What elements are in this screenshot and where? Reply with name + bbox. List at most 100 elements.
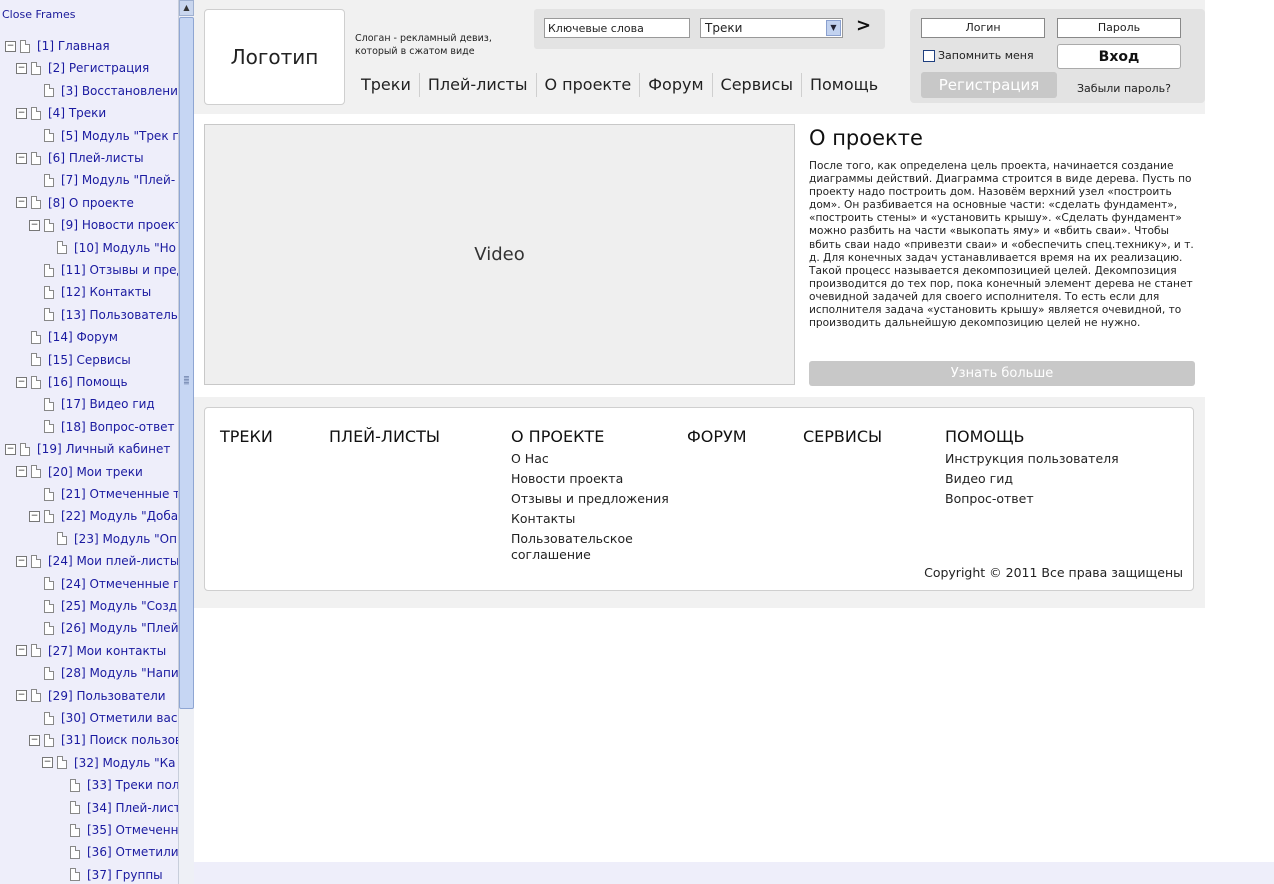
learn-more-button[interactable]: Узнать больше	[809, 361, 1195, 386]
footer-column-title[interactable]: ПОМОЩЬ	[945, 427, 1120, 447]
scroll-up-arrow-icon[interactable]: ▲	[179, 0, 194, 16]
tree-item[interactable]: [13] Пользователь	[29, 305, 178, 325]
tree-item-label[interactable]: [19] Личный кабинет	[37, 442, 170, 456]
tree-item[interactable]: − [29] Пользователи	[16, 686, 166, 706]
tree-item-label[interactable]: [20] Мои треки	[48, 465, 143, 479]
nav-item[interactable]: Сервисы	[711, 73, 801, 97]
footer-link[interactable]: Отзывы и предложения	[511, 491, 686, 507]
remember-me[interactable]: Запомнить меня	[923, 49, 1034, 62]
password-input[interactable]: Пароль	[1057, 18, 1181, 38]
collapse-toggle-icon[interactable]: −	[16, 466, 27, 478]
chevron-down-icon[interactable]: ▼	[826, 20, 841, 36]
footer-link[interactable]: Новости проекта	[511, 471, 686, 487]
collapse-toggle-icon[interactable]: −	[16, 152, 27, 164]
tree-item-label[interactable]: [36] Отметили	[87, 845, 178, 859]
tree-item-label[interactable]: [32] Модуль "Ка	[74, 756, 176, 770]
tree-item[interactable]: − [6] Плей-листы	[16, 148, 144, 168]
tree-item[interactable]: [34] Плей-лист	[55, 798, 178, 818]
tree-item-label[interactable]: [24] Отмеченные п	[61, 577, 178, 591]
footer-column-title[interactable]: ПЛЕЙ-ЛИСТЫ	[329, 427, 440, 447]
tree-item-label[interactable]: [26] Модуль "Плей	[61, 621, 178, 635]
tree-item-label[interactable]: [16] Помощь	[48, 375, 128, 389]
collapse-toggle-icon[interactable]: −	[29, 734, 40, 746]
tree-item-label[interactable]: [7] Модуль "Плей-	[61, 173, 175, 187]
login-button[interactable]: Вход	[1057, 44, 1181, 69]
tree-item-label[interactable]: [37] Группы	[87, 868, 163, 882]
tree-item[interactable]: [28] Модуль "Напи	[29, 663, 178, 683]
tree-item-label[interactable]: [22] Модуль "Доба	[61, 509, 178, 523]
tree-item[interactable]: [33] Треки пол	[55, 775, 178, 795]
collapse-toggle-icon[interactable]: −	[16, 376, 27, 388]
close-frames-link[interactable]: Close Frames	[2, 8, 75, 21]
forgot-password-link[interactable]: Забыли пароль?	[1077, 82, 1171, 95]
tree-item[interactable]: − [4] Треки	[16, 103, 106, 123]
collapse-toggle-icon[interactable]: −	[29, 510, 40, 522]
tree-item-label[interactable]: [11] Отзывы и пред	[61, 263, 178, 277]
tree-item-label[interactable]: [13] Пользователь	[61, 308, 178, 322]
tree-item[interactable]: − [2] Регистрация	[16, 58, 149, 78]
remember-me-checkbox[interactable]	[923, 49, 935, 62]
tree-item-label[interactable]: [6] Плей-листы	[48, 151, 144, 165]
search-go-button[interactable]: >	[856, 15, 871, 36]
tree-item-label[interactable]: [9] Новости проект	[61, 218, 178, 232]
left-frame-scrollbar[interactable]: ▲ ═ ═ ═	[178, 0, 194, 884]
collapse-toggle-icon[interactable]: −	[5, 40, 16, 52]
tree-item-label[interactable]: [3] Восстановлени	[61, 84, 178, 98]
tree-item-label[interactable]: [33] Треки пол	[87, 778, 178, 792]
tree-item-label[interactable]: [23] Модуль "Оп	[74, 532, 177, 546]
footer-link[interactable]: О Нас	[511, 451, 686, 467]
tree-item-label[interactable]: [4] Треки	[48, 106, 106, 120]
tree-item[interactable]: [7] Модуль "Плей-	[29, 170, 175, 190]
nav-item[interactable]: Треки	[355, 73, 419, 97]
login-input[interactable]: Логин	[921, 18, 1045, 38]
tree-item-label[interactable]: [31] Поиск пользов	[61, 733, 178, 747]
tree-item[interactable]: [23] Модуль "Оп	[42, 529, 177, 549]
logo[interactable]: Логотип	[204, 9, 345, 105]
tree-item-label[interactable]: [28] Модуль "Напи	[61, 666, 178, 680]
collapse-toggle-icon[interactable]: −	[16, 197, 27, 209]
scroll-thumb[interactable]: ═ ═ ═	[179, 17, 194, 709]
tree-item[interactable]: − [19] Личный кабинет	[5, 439, 170, 459]
tree-item[interactable]: − [24] Мои плей-листы	[16, 551, 178, 571]
tree-item[interactable]: [25] Модуль "Созд	[29, 596, 177, 616]
tree-item-label[interactable]: [24] Мои плей-листы	[48, 554, 178, 568]
footer-link[interactable]: Видео гид	[945, 471, 1120, 487]
nav-item[interactable]: Плей-листы	[418, 73, 536, 97]
tree-item[interactable]: [18] Вопрос-ответ	[29, 417, 175, 437]
tree-item[interactable]: [5] Модуль "Трек г	[29, 126, 178, 146]
collapse-toggle-icon[interactable]: −	[5, 443, 16, 455]
tree-item[interactable]: [15] Сервисы	[16, 350, 131, 370]
tree-item[interactable]: − [20] Мои треки	[16, 462, 143, 482]
video-player[interactable]: Video	[204, 124, 795, 385]
tree-item-label[interactable]: [34] Плей-лист	[87, 801, 178, 815]
tree-item-label[interactable]: [21] Отмеченные т	[61, 487, 178, 501]
tree-item-label[interactable]: [10] Модуль "Но	[74, 241, 176, 255]
tree-item[interactable]: − [1] Главная	[5, 36, 110, 56]
nav-item[interactable]: О проекте	[535, 73, 640, 97]
tree-item[interactable]: [12] Контакты	[29, 282, 151, 302]
tree-item-label[interactable]: [1] Главная	[37, 39, 110, 53]
footer-link[interactable]: Вопрос-ответ	[945, 491, 1120, 507]
footer-column-title[interactable]: СЕРВИСЫ	[803, 427, 882, 447]
collapse-toggle-icon[interactable]: −	[29, 219, 40, 231]
register-button[interactable]: Регистрация	[921, 72, 1057, 98]
tree-item-label[interactable]: [27] Мои контакты	[48, 644, 166, 658]
tree-item[interactable]: [37] Группы	[55, 865, 163, 884]
keywords-input[interactable]: Ключевые слова	[544, 18, 690, 38]
collapse-toggle-icon[interactable]: −	[16, 690, 27, 702]
tree-item-label[interactable]: [30] Отметили вас	[61, 711, 177, 725]
tree-item-label[interactable]: [18] Вопрос-ответ	[61, 420, 175, 434]
tree-item[interactable]: [21] Отмеченные т	[29, 484, 178, 504]
footer-link[interactable]: Инструкция пользователя	[945, 451, 1120, 467]
footer-column-title[interactable]: ТРЕКИ	[220, 427, 273, 447]
footer-column-title[interactable]: ФОРУМ	[687, 427, 747, 447]
tree-item[interactable]: [14] Форум	[16, 327, 118, 347]
tree-item[interactable]: [26] Модуль "Плей	[29, 618, 178, 638]
tree-item-label[interactable]: [2] Регистрация	[48, 61, 149, 75]
tree-item-label[interactable]: [8] О проекте	[48, 196, 134, 210]
collapse-toggle-icon[interactable]: −	[16, 645, 27, 657]
tree-item[interactable]: − [31] Поиск пользов	[29, 730, 178, 750]
search-category-select[interactable]: Треки ▼	[700, 18, 843, 38]
nav-item[interactable]: Форум	[639, 73, 711, 97]
tree-item[interactable]: − [8] О проекте	[16, 193, 134, 213]
